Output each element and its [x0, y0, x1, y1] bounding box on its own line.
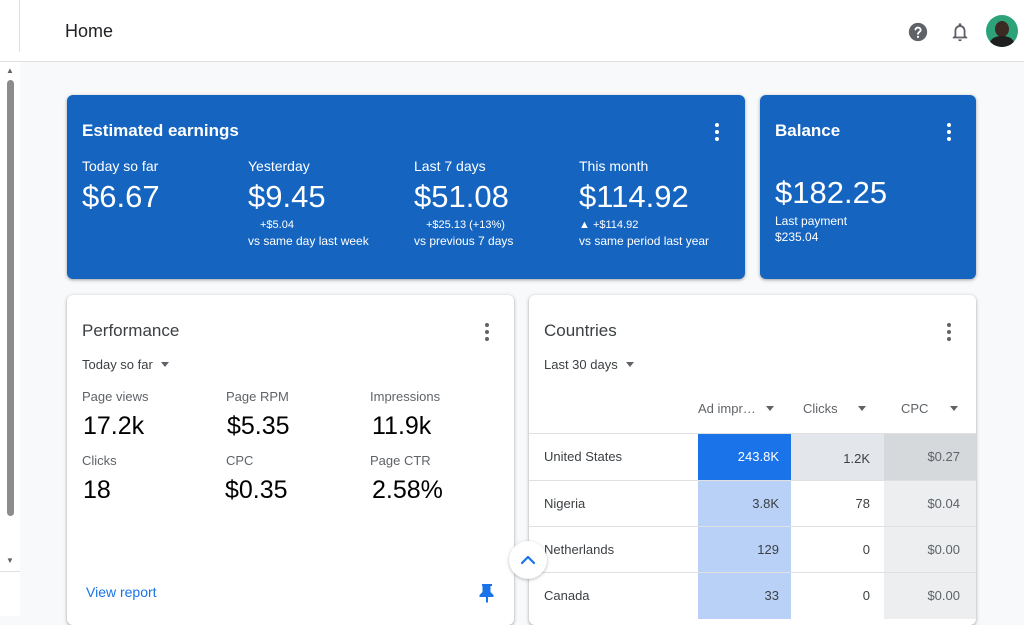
avatar-face [995, 21, 1009, 37]
clicks-cell: 0 [791, 573, 884, 619]
balance-card: Balance $182.25 Last payment $235.04 [760, 95, 976, 279]
clicks-cell: 0 [791, 527, 884, 573]
estimated-earnings-card: Estimated earnings Today so far $6.67 Ye… [67, 95, 745, 279]
metric-value: $9.45 [248, 179, 326, 214]
date-range-dropdown[interactable]: Last 30 days [544, 357, 634, 372]
balance-value: $182.25 [775, 175, 888, 210]
cpc-cell: $0.27 [884, 434, 976, 480]
countries-card: Countries Last 30 days Ad impr… Clicks C… [529, 295, 976, 625]
scroll-down-arrow-icon[interactable]: ▼ [6, 556, 14, 565]
dropdown-label: Last 30 days [544, 357, 618, 372]
metric-value: $51.08 [414, 179, 509, 214]
metric-label: Last 7 days [414, 158, 486, 174]
metric-comparison: vs same period last year [579, 234, 710, 248]
sort-caret-icon [765, 406, 774, 411]
dropdown-caret-icon [160, 362, 169, 367]
impressions-cell: 3.8K [698, 481, 791, 527]
card-title: Balance [775, 121, 841, 140]
impressions-cell: 243.8K [698, 434, 791, 480]
metric-value: 17.2k [83, 412, 145, 440]
country-name: Netherlands [544, 542, 615, 557]
column-header-clicks[interactable]: Clicks [803, 401, 866, 416]
card-title: Performance [82, 321, 180, 340]
impressions-cell: 33 [698, 573, 791, 619]
last-payment-label: Last payment [775, 214, 848, 228]
impressions-cell: 129 [698, 527, 791, 573]
pin-icon[interactable] [479, 583, 495, 608]
card-title: Estimated earnings [82, 121, 239, 140]
column-header-label: Clicks [803, 401, 838, 416]
cpc-cell: $0.00 [884, 527, 976, 573]
bell-icon[interactable] [948, 20, 972, 44]
column-header-label: CPC [901, 401, 929, 416]
clicks-cell: 1.2K [791, 434, 884, 480]
page-title: Home [65, 21, 114, 41]
avatar-body [990, 36, 1014, 47]
more-vert-icon[interactable] [714, 123, 720, 141]
help-icon[interactable] [906, 20, 930, 44]
cpc-cell: $0.00 [884, 573, 976, 619]
metric-delta: +$25.13 (+13%) [426, 219, 505, 231]
metric-label: This month [579, 158, 649, 174]
metric-comparison: vs same day last week [248, 234, 369, 248]
metric-value: 18 [83, 476, 111, 504]
sort-caret-icon [950, 406, 959, 411]
top-app-bar: Home [0, 0, 1024, 62]
country-name: Canada [544, 588, 590, 603]
cpc-cell: $0.04 [884, 481, 976, 527]
scroll-up-arrow-icon[interactable]: ▲ [6, 66, 14, 75]
country-name: Nigeria [544, 496, 586, 511]
metric-delta: +$5.04 [260, 219, 294, 231]
column-header-cpc[interactable]: CPC [901, 401, 959, 416]
metric-value: 11.9k [372, 412, 432, 440]
metric-delta: ▲ +$114.92 [579, 219, 639, 231]
card-title: Countries [544, 321, 617, 340]
metric-label: CPC [226, 453, 254, 468]
metric-label: Clicks [82, 453, 117, 468]
metric-label: Today so far [82, 158, 159, 174]
metric-comparison: vs previous 7 days [414, 234, 514, 248]
metric-value: 2.58% [372, 476, 443, 504]
metric-value: $5.35 [227, 412, 290, 440]
metric-label: Impressions [370, 389, 441, 404]
chevron-up-icon [520, 555, 536, 565]
metric-value: $0.35 [225, 476, 288, 504]
metric-value: $114.92 [579, 179, 689, 214]
scroll-to-top-button[interactable] [509, 541, 547, 579]
column-header-impressions[interactable]: Ad impr… [698, 401, 774, 416]
country-name: United States [544, 449, 623, 464]
metric-label: Page CTR [370, 453, 431, 468]
avatar[interactable] [986, 15, 1018, 47]
more-vert-icon[interactable] [946, 323, 952, 341]
scroll-divider [0, 571, 20, 572]
performance-card: Performance Today so far Page views 17.2… [67, 295, 514, 625]
sort-caret-icon [857, 406, 866, 411]
date-range-dropdown[interactable]: Today so far [82, 357, 169, 372]
more-vert-icon[interactable] [946, 123, 952, 141]
metric-label: Yesterday [248, 158, 310, 174]
dropdown-caret-icon [625, 362, 634, 367]
metric-value: $6.67 [82, 179, 160, 214]
nav-divider [19, 0, 20, 52]
last-payment-value: $235.04 [775, 230, 819, 244]
more-vert-icon[interactable] [484, 323, 490, 341]
dropdown-label: Today so far [82, 357, 153, 372]
view-report-link[interactable]: View report [86, 584, 157, 600]
metric-label: Page RPM [226, 389, 289, 404]
clicks-cell: 78 [791, 481, 884, 527]
column-header-label: Ad impr… [698, 401, 756, 416]
metric-label: Page views [82, 389, 149, 404]
scrollbar-thumb[interactable] [7, 80, 14, 516]
